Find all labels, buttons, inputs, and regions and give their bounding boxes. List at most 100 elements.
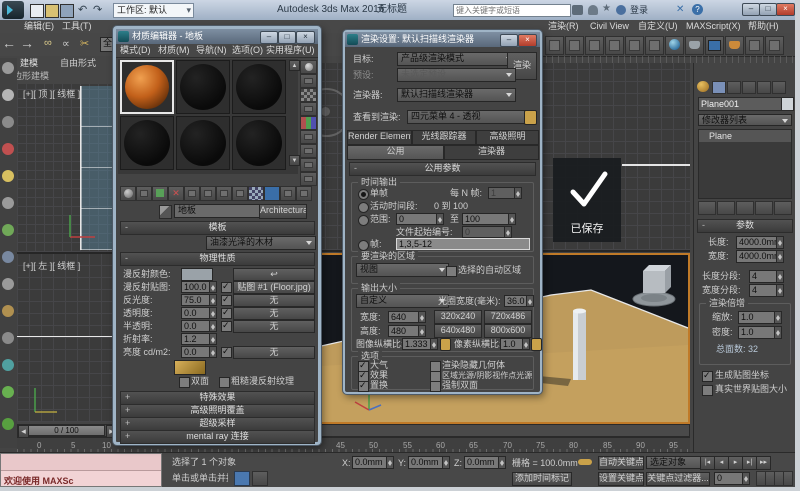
auto-region-checkbox[interactable]: [446, 266, 457, 277]
diffuse-color-swatch[interactable]: [181, 268, 213, 281]
select-link-icon[interactable]: ∞: [44, 37, 59, 51]
scene-explorer-icon[interactable]: [605, 36, 624, 55]
sample-slot[interactable]: [120, 116, 174, 170]
align-icon[interactable]: [565, 36, 584, 55]
spinner[interactable]: [209, 294, 217, 306]
force-2sided-checkbox[interactable]: [430, 381, 441, 392]
coord-y-field[interactable]: 0.0mm: [408, 456, 446, 469]
a360-render-icon[interactable]: [765, 36, 784, 55]
menu-material[interactable]: 材质(M): [158, 44, 190, 56]
coord-z-field[interactable]: 0.0mm: [464, 456, 502, 469]
side-toolbar-icon[interactable]: [2, 332, 14, 344]
coord-x-spinner[interactable]: [386, 456, 394, 469]
preset-720x486-button[interactable]: 720x486: [484, 310, 532, 324]
transparency-map-button[interactable]: 无: [233, 307, 315, 320]
renderer-dropdown[interactable]: 默认扫描线渲染器: [397, 88, 516, 102]
coord-z-spinner[interactable]: [498, 456, 506, 469]
side-toolbar-icon[interactable]: [2, 197, 14, 209]
background-icon[interactable]: [300, 88, 317, 102]
render-setup-titlebar[interactable]: 渲染设置: 默认扫描线渲染器 – ×: [345, 32, 540, 47]
max-logo[interactable]: [2, 1, 24, 19]
assign-material-icon[interactable]: [152, 186, 168, 201]
width-spinner[interactable]: [776, 250, 784, 263]
width-segs-spinner[interactable]: [776, 284, 784, 297]
prev-frame-icon[interactable]: ◂: [714, 456, 729, 470]
put-to-library-icon[interactable]: [216, 186, 232, 201]
show-in-viewport-icon[interactable]: [248, 186, 264, 201]
displacement-checkbox[interactable]: [358, 381, 369, 392]
unlink-icon[interactable]: ∝: [62, 37, 77, 51]
create-tab-icon[interactable]: [697, 81, 709, 92]
go-to-sibling-icon[interactable]: [296, 186, 312, 201]
adv-lighting-rollout[interactable]: +高级照明覆盖: [120, 404, 315, 418]
maximize-button[interactable]: □: [759, 3, 777, 16]
undo-icon[interactable]: ↶: [78, 3, 87, 16]
make-preview-icon[interactable]: [300, 130, 317, 144]
new-file-icon[interactable]: [30, 4, 44, 18]
user-icon[interactable]: [616, 5, 626, 15]
eyedropper-icon[interactable]: [159, 205, 172, 219]
coord-x-field[interactable]: 0.0mm: [352, 456, 390, 469]
motion-tab-icon[interactable]: [742, 81, 756, 94]
menu-navigation[interactable]: 导航(N): [196, 44, 227, 56]
material-name-dropdown[interactable]: 地板: [174, 204, 271, 218]
utilities-tab-icon[interactable]: [772, 81, 786, 94]
menu-customize[interactable]: 自定义(U): [638, 20, 678, 32]
sample-slot[interactable]: [232, 60, 286, 114]
material-editor-icon[interactable]: [665, 36, 684, 55]
configure-modifier-sets-icon[interactable]: [774, 201, 792, 215]
two-sided-checkbox[interactable]: [179, 377, 190, 388]
size-preset-dropdown[interactable]: 自定义: [356, 294, 449, 308]
spinner[interactable]: [418, 311, 426, 323]
play-icon[interactable]: ▸: [728, 456, 743, 470]
hierarchy-tab-icon[interactable]: [727, 81, 741, 94]
area-mode-dropdown[interactable]: 视图: [356, 263, 449, 277]
slot-scroll-down[interactable]: ▼: [289, 155, 300, 166]
sample-slot-active[interactable]: [120, 60, 174, 114]
spinner[interactable]: [430, 338, 438, 350]
active-segment-radio[interactable]: [358, 202, 369, 213]
star-icon[interactable]: ★: [602, 3, 611, 14]
put-material-to-scene-icon[interactable]: [136, 186, 152, 201]
menu-help[interactable]: 帮助(H): [748, 20, 779, 32]
set-key-button[interactable]: 设置关键点: [598, 472, 644, 486]
preset-800x600-button[interactable]: 800x600: [484, 324, 532, 338]
generate-uv-checkbox[interactable]: [702, 371, 713, 382]
close-button[interactable]: ×: [776, 3, 795, 16]
get-material-icon[interactable]: [120, 186, 136, 201]
ribbon-tab-freeform[interactable]: 自由形式: [60, 58, 96, 69]
side-toolbar-icon[interactable]: [2, 305, 14, 317]
video-color-check-icon[interactable]: [300, 116, 317, 130]
modifier-list-dropdown[interactable]: 修改器列表: [698, 114, 792, 126]
parameters-rollout[interactable]: -参数: [697, 219, 793, 233]
scale-field[interactable]: 1.0: [738, 311, 778, 324]
density-spinner[interactable]: [774, 326, 782, 339]
maxscript-listener[interactable]: 欢迎使用 MAXSc: [0, 453, 162, 487]
transparency-checkbox[interactable]: [221, 308, 232, 319]
reset-map-icon[interactable]: ✕: [168, 186, 184, 201]
spinner[interactable]: [209, 320, 217, 332]
spinner[interactable]: [526, 295, 534, 307]
single-frame-radio[interactable]: [358, 189, 369, 200]
add-time-tag-button[interactable]: 添加时间标记: [512, 472, 572, 486]
spinner[interactable]: [508, 213, 516, 225]
frame-spinner[interactable]: [742, 472, 750, 485]
side-toolbar-icon[interactable]: [2, 418, 14, 430]
sample-slot[interactable]: [232, 116, 286, 170]
object-name-field[interactable]: Plane001: [698, 97, 782, 111]
keyhole-icon[interactable]: [588, 5, 598, 15]
width-field[interactable]: 4000.0mm: [736, 250, 780, 263]
shininess-map-button[interactable]: 无: [233, 294, 315, 307]
menu-edit[interactable]: 编辑(E): [24, 20, 54, 32]
view-to-render-dropdown[interactable]: 四元菜单 4 - 透视: [407, 110, 536, 124]
preset-dropdown[interactable]: 未选定预设: [397, 68, 516, 82]
modify-tab-icon[interactable]: [712, 81, 726, 94]
remove-modifier-icon[interactable]: [755, 201, 773, 215]
luminance-map-button[interactable]: 无: [233, 346, 315, 359]
file-start-field[interactable]: 0: [462, 226, 508, 238]
auto-key-button[interactable]: 自动关键点: [598, 456, 644, 470]
select-by-material-icon[interactable]: [300, 158, 317, 172]
minimize-button[interactable]: –: [260, 31, 278, 44]
maximize-viewport-icon[interactable]: [783, 471, 793, 486]
coord-y-spinner[interactable]: [442, 456, 450, 469]
